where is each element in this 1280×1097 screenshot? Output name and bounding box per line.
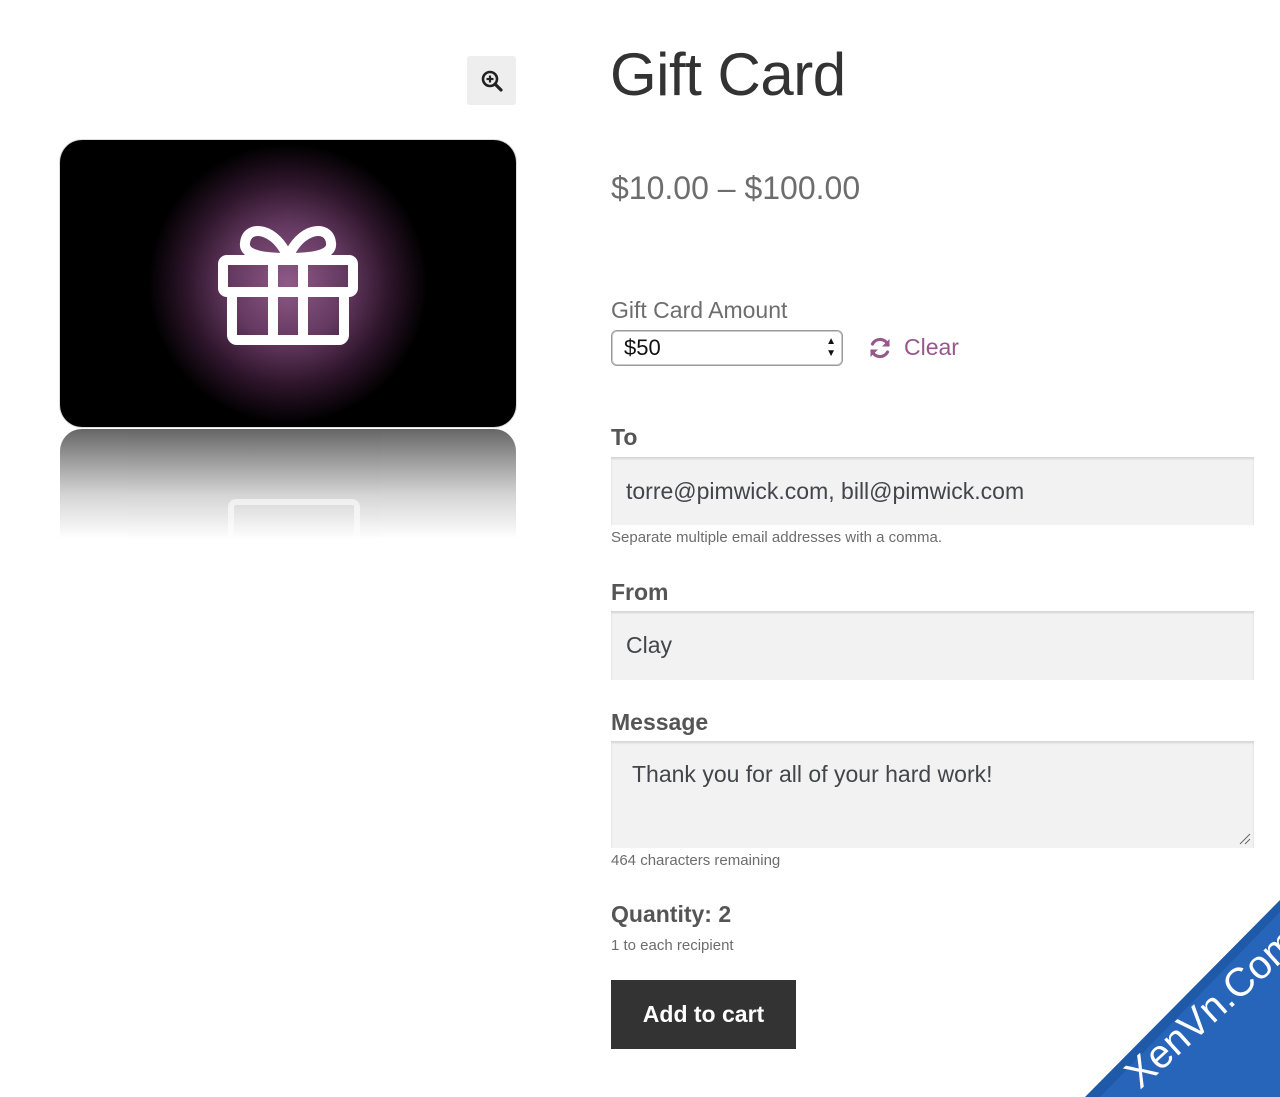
message-textarea[interactable]: Thank you for all of your hard work! — [611, 741, 1254, 848]
magnify-plus-icon — [481, 70, 503, 92]
amount-select[interactable]: $50 ▲ ▼ — [611, 330, 843, 366]
message-label: Message — [611, 709, 709, 735]
from-label: From — [611, 579, 669, 605]
product-title: Gift Card — [610, 41, 846, 108]
add-to-cart-label: Add to cart — [642, 1001, 765, 1027]
select-arrows-icon: ▲ ▼ — [826, 336, 836, 359]
amount-label: Gift Card Amount — [611, 297, 788, 323]
price-range: $10.00 – $100.00 — [611, 170, 861, 206]
message-value: Thank you for all of your hard work! — [632, 761, 993, 787]
from-value: Clay — [626, 632, 673, 658]
to-label: To — [611, 424, 638, 450]
watermark: XenVn.Com — [1040, 890, 1280, 1097]
characters-remaining: 464 characters remaining — [611, 852, 781, 869]
product-image[interactable] — [60, 140, 516, 545]
resize-handle-icon[interactable] — [1239, 833, 1251, 845]
add-to-cart-button[interactable]: Add to cart — [611, 980, 796, 1049]
to-hint: Separate multiple email addresses with a… — [611, 529, 942, 546]
clear-label: Clear — [904, 334, 959, 360]
amount-selected-value: $50 — [624, 335, 661, 360]
to-email-value: torre@pimwick.com, bill@pimwick.com — [626, 477, 1025, 504]
clear-button[interactable]: Clear — [868, 334, 959, 361]
zoom-button[interactable] — [467, 56, 516, 105]
quantity-label: Quantity: 2 — [611, 901, 732, 927]
gift-card-image — [60, 140, 516, 427]
from-field[interactable]: Clay — [611, 611, 1254, 680]
gift-icon — [218, 226, 358, 345]
image-reflection — [60, 429, 516, 545]
to-email-field[interactable]: torre@pimwick.com, bill@pimwick.com — [611, 457, 1254, 525]
refresh-icon — [870, 337, 890, 358]
quantity-note: 1 to each recipient — [611, 937, 734, 954]
